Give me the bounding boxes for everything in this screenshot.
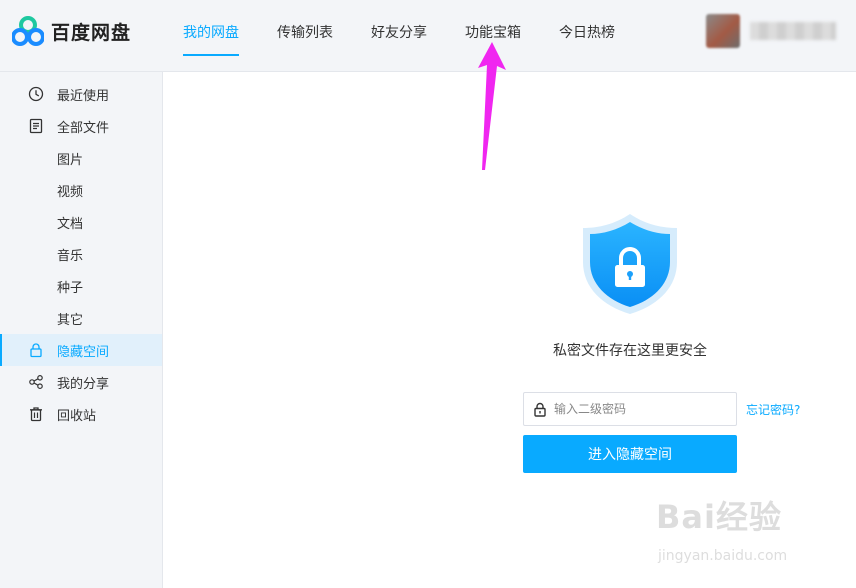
nav-friend-share[interactable]: 好友分享	[352, 0, 446, 72]
sidebar-item-documents[interactable]: 文档	[0, 206, 162, 238]
sidebar-item-torrents[interactable]: 种子	[0, 270, 162, 302]
sidebar-item-label: 文档	[57, 216, 84, 232]
app-name: 百度网盘	[51, 21, 132, 44]
sidebar-item-hidden-space[interactable]: 隐藏空间	[0, 334, 162, 366]
nav-label: 今日热榜	[559, 25, 615, 41]
main-nav: 我的网盘 传输列表 好友分享 功能宝箱 今日热榜	[164, 0, 634, 72]
nav-my-disk[interactable]: 我的网盘	[164, 0, 258, 72]
sidebar: 最近使用 全部文件 图片 视频 文档 音乐 种子 其它 隐藏空间 我的分享 回收…	[0, 72, 163, 588]
lock-icon	[30, 343, 42, 358]
watermark: Bai经验 jingyan.baidu.com	[656, 488, 846, 578]
nav-label: 我的网盘	[183, 25, 239, 41]
clock-icon	[28, 86, 44, 102]
sidebar-item-recycle-bin[interactable]: 回收站	[0, 398, 162, 430]
username-redacted	[750, 22, 836, 40]
secondary-password-input[interactable]	[554, 393, 734, 425]
shield-lock-icon	[583, 214, 677, 314]
app-logo[interactable]: 百度网盘	[12, 16, 131, 46]
sidebar-item-label: 隐藏空间	[57, 344, 110, 360]
sidebar-item-label: 最近使用	[57, 88, 110, 104]
sidebar-item-images[interactable]: 图片	[0, 142, 162, 174]
sidebar-item-label: 图片	[57, 152, 84, 168]
nav-label: 好友分享	[371, 25, 427, 41]
sidebar-item-label: 我的分享	[57, 376, 110, 392]
share-icon	[29, 374, 43, 390]
file-icon	[29, 118, 43, 134]
hidden-space-tagline: 私密文件存在这里更安全	[553, 343, 707, 359]
nav-label: 传输列表	[277, 25, 333, 41]
trash-icon	[30, 407, 42, 422]
user-area[interactable]	[706, 14, 836, 48]
sidebar-item-music[interactable]: 音乐	[0, 238, 162, 270]
sidebar-item-recent[interactable]: 最近使用	[0, 78, 162, 110]
watermark-url: jingyan.baidu.com	[658, 548, 788, 564]
sidebar-item-videos[interactable]: 视频	[0, 174, 162, 206]
lock-icon	[534, 402, 546, 417]
sidebar-item-all-files[interactable]: 全部文件	[0, 110, 162, 142]
nav-transfer-list[interactable]: 传输列表	[258, 0, 352, 72]
password-field[interactable]	[523, 392, 737, 426]
sidebar-item-label: 其它	[57, 312, 84, 328]
forgot-password-link[interactable]: 忘记密码?	[746, 401, 800, 418]
annotation-arrow	[478, 42, 506, 170]
top-header: 百度网盘 我的网盘 传输列表 好友分享 功能宝箱 今日热榜	[0, 0, 856, 72]
sidebar-item-label: 音乐	[57, 248, 84, 264]
sidebar-item-label: 种子	[57, 280, 84, 296]
sidebar-item-other[interactable]: 其它	[0, 302, 162, 334]
user-avatar[interactable]	[706, 14, 740, 48]
enter-hidden-space-button[interactable]: 进入隐藏空间	[523, 435, 737, 473]
sidebar-item-label: 全部文件	[57, 120, 110, 136]
nav-daily-hot[interactable]: 今日热榜	[540, 0, 634, 72]
watermark-brand: Bai经验	[656, 498, 782, 536]
sidebar-item-my-shares[interactable]: 我的分享	[0, 366, 162, 398]
baidu-netdisk-logo-icon	[12, 16, 44, 46]
sidebar-item-label: 回收站	[57, 408, 97, 424]
sidebar-item-label: 视频	[57, 184, 84, 200]
